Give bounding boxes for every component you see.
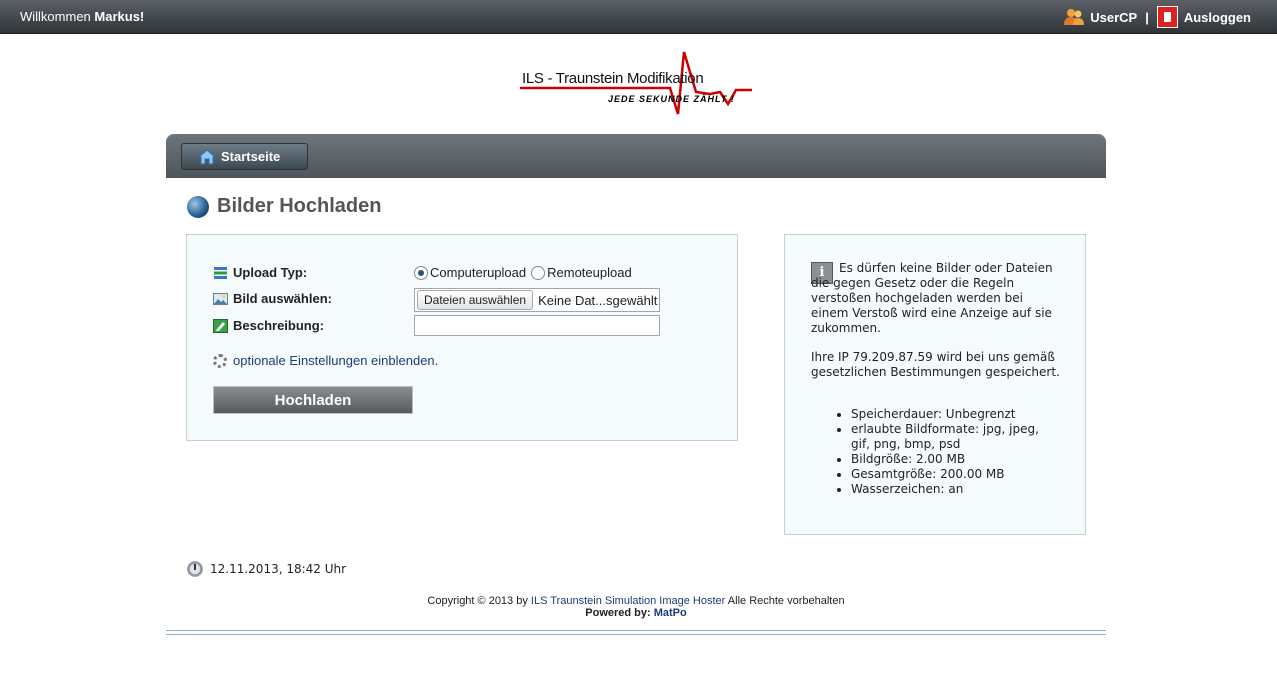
menu-separator: | bbox=[1145, 9, 1149, 25]
logo-title: ILS - Traunstein Modifikation bbox=[522, 70, 704, 87]
logout-link[interactable]: Ausloggen bbox=[1184, 10, 1251, 25]
list-item: Gesamtgröße: 200.00 MB bbox=[851, 467, 1061, 482]
home-icon bbox=[198, 148, 216, 164]
globe-icon bbox=[187, 195, 209, 218]
powered-by-text: Powered by: MatPo bbox=[166, 607, 1106, 619]
page-header: Bilder Hochladen bbox=[187, 195, 381, 218]
clock-icon bbox=[187, 561, 203, 577]
upload-type-label: Upload Typ: bbox=[233, 265, 308, 280]
info-panel: i Es dürfen keine Bilder oder Dateien di… bbox=[784, 234, 1086, 535]
copyright-link[interactable]: ILS Traunstein Simulation Image Hoster bbox=[531, 595, 725, 607]
footer-divider bbox=[166, 634, 1106, 635]
description-row: Beschreibung: bbox=[213, 318, 324, 333]
user-menu: UserCP | Ausloggen bbox=[1063, 6, 1251, 28]
info-list: Speicherdauer: Unbegrenzt erlaubte Bildf… bbox=[811, 407, 1061, 497]
select-image-label: Bild auswählen: bbox=[233, 291, 332, 306]
site-logo[interactable]: ILS - Traunstein Modifikation JEDE SEKUN… bbox=[520, 50, 752, 120]
choose-files-button[interactable]: Dateien auswählen bbox=[417, 290, 534, 310]
users-icon bbox=[1063, 8, 1085, 26]
copyright-suffix: Alle Rechte vorbehalten bbox=[725, 595, 845, 607]
list-item: Speicherdauer: Unbegrenzt bbox=[851, 407, 1061, 422]
welcome-prefix: Willkommen bbox=[20, 9, 95, 24]
info-ip-text: Ihre IP 79.209.87.59 wird bei uns gemäß … bbox=[811, 350, 1060, 379]
copyright-prefix: Copyright © 2013 by bbox=[427, 595, 531, 607]
list-item: Wasserzeichen: an bbox=[851, 482, 1061, 497]
welcome-username: Markus! bbox=[94, 9, 145, 24]
radio-computerupload[interactable] bbox=[414, 265, 428, 280]
optional-settings-link[interactable]: optionale Einstellungen einblenden. bbox=[233, 353, 438, 368]
home-button-label: Startseite bbox=[221, 149, 281, 164]
powered-prefix: Powered by: bbox=[585, 607, 654, 619]
upload-type-options: Computerupload Remoteupload bbox=[414, 265, 632, 280]
info-rules-body: Es dürfen keine Bilder oder Dateien die … bbox=[811, 261, 1053, 335]
radio-remoteupload-label[interactable]: Remoteupload bbox=[547, 265, 632, 280]
file-status-text: Keine Dat...sgewählt bbox=[538, 292, 658, 308]
description-label: Beschreibung: bbox=[233, 318, 325, 333]
gear-icon bbox=[213, 353, 227, 368]
copyright-text: Copyright © 2013 by ILS Traunstein Simul… bbox=[166, 595, 1106, 607]
list-item: erlaubte Bildformate: jpg, jpeg, gif, pn… bbox=[851, 422, 1061, 452]
page-title: Bilder Hochladen bbox=[217, 195, 382, 217]
usercp-link[interactable]: UserCP bbox=[1090, 10, 1137, 25]
datetime-text: 12.11.2013, 18:42 Uhr bbox=[210, 562, 347, 576]
current-datetime: 12.11.2013, 18:42 Uhr bbox=[187, 561, 346, 577]
logout-icon[interactable] bbox=[1156, 6, 1178, 28]
list-item: Bildgröße: 2.00 MB bbox=[851, 452, 1061, 467]
description-input[interactable] bbox=[414, 315, 660, 336]
upload-type-row: Upload Typ: bbox=[213, 265, 307, 280]
upload-button[interactable]: Hochladen bbox=[213, 386, 413, 414]
main-nav: Startseite bbox=[166, 134, 1106, 178]
layers-icon bbox=[214, 266, 227, 279]
home-button[interactable]: Startseite bbox=[181, 143, 308, 170]
edit-icon bbox=[213, 318, 228, 333]
radio-remoteupload[interactable] bbox=[531, 265, 546, 280]
footer-divider bbox=[166, 630, 1106, 631]
footer: Copyright © 2013 by ILS Traunstein Simul… bbox=[166, 595, 1106, 619]
logo-tagline: JEDE SEKUNDE ZÄHLT ! bbox=[608, 94, 735, 104]
top-bar: Willkommen Markus! UserCP | Ausloggen bbox=[0, 0, 1277, 34]
powered-by-link[interactable]: MatPo bbox=[654, 607, 687, 619]
upload-form: Upload Typ: Computerupload Remoteupload … bbox=[186, 234, 738, 441]
optional-settings-row: optionale Einstellungen einblenden. bbox=[213, 353, 438, 368]
image-icon bbox=[213, 292, 228, 305]
select-image-row: Bild auswählen: bbox=[213, 291, 332, 306]
welcome-text: Willkommen Markus! bbox=[20, 9, 144, 24]
radio-computerupload-label[interactable]: Computerupload bbox=[430, 265, 526, 280]
file-input[interactable]: Dateien auswählen Keine Dat...sgewählt bbox=[414, 288, 660, 312]
info-rules-text: Es dürfen keine Bilder oder Dateien die … bbox=[811, 261, 1061, 336]
